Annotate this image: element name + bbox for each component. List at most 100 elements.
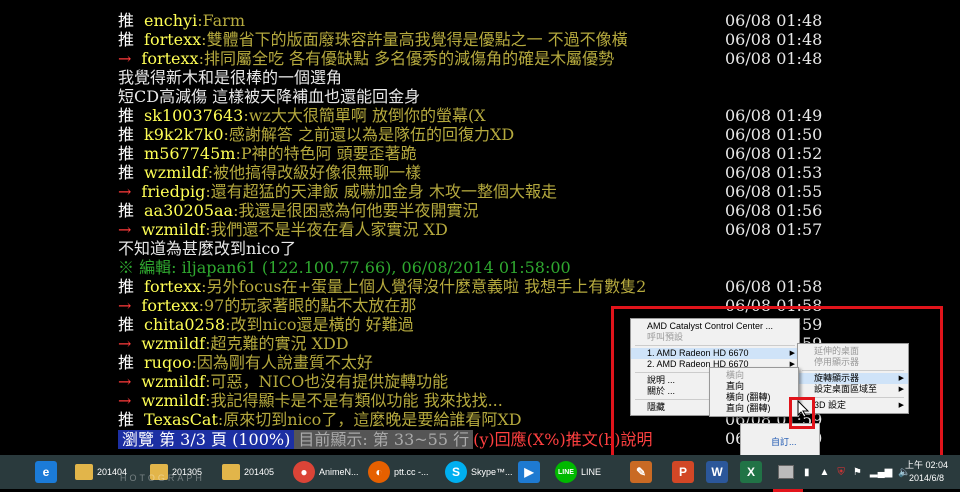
- comment-text: :97的玩家著眼的點不太放在那: [198, 296, 417, 315]
- comment-text: :雙體省下的版面廢珠容許量高我覺得是優點之一 不過不像橫: [201, 30, 628, 49]
- taskbar-word[interactable]: W: [706, 458, 728, 486]
- comment-text: :另外focus在+蛋量上個人覺得沒什麼意義啦 我想手上有數隻2: [201, 277, 647, 296]
- comment-tag: 推: [118, 201, 135, 220]
- comment-user: TexasCat: [144, 410, 218, 429]
- comment-user: fortexx: [141, 49, 199, 68]
- comment-user: fortexx: [144, 277, 202, 296]
- status-position: 目前顯示: 第 33~55 行: [294, 430, 474, 449]
- comment-row: 推 fortexx:雙體省下的版面廢珠容許量高我覺得是優點之一 不過不像橫: [118, 30, 838, 49]
- comment-tag: 推: [118, 163, 135, 182]
- shield-icon[interactable]: ⛨: [837, 467, 845, 478]
- taskbar-label: LINE: [581, 467, 602, 477]
- comment-tag: 推: [118, 144, 135, 163]
- line-icon: LINE: [555, 461, 577, 483]
- comment-tag: 推: [118, 30, 135, 49]
- comment-text: :排同屬全吃 各有優缺點 多名優秀的減傷角的確是木屬優勢: [198, 49, 615, 68]
- comment-user: wzmildf: [141, 391, 206, 410]
- edit-notice: ※ 編輯: iljapan61 (122.100.77.66), 06/08/2…: [118, 258, 571, 277]
- comment-user: k9k2k7k0: [144, 125, 224, 144]
- ie-icon: e: [35, 461, 57, 483]
- up-arrow-icon[interactable]: ▲: [820, 467, 830, 478]
- skype-icon: S: [445, 461, 467, 483]
- comment-row: 推 m567745m:P神的特色阿 頭要歪著跪: [118, 144, 838, 163]
- article-text-line: 不知道為甚麼改到nico了: [118, 239, 838, 258]
- comment-row: 推 k9k2k7k0:感謝解答 之前還以為是隊伍的回復力XD: [118, 125, 838, 144]
- comment-text: :wz大大很簡單啊 放倒你的螢幕(X: [243, 106, 486, 125]
- taskbar-excel[interactable]: X: [740, 458, 762, 486]
- network-icon[interactable]: ▂▄▆: [870, 467, 892, 478]
- comment-user: fortexx: [141, 296, 199, 315]
- taskbar-label: 201405: [244, 467, 275, 477]
- comment-row: 推 aa30205aa:我還是很困惑為何他要半夜開實況: [118, 201, 838, 220]
- comment-text: :我記得顯卡是不是有類似功能 我來找找...: [205, 391, 503, 410]
- clock-time: 上午 02:04: [905, 460, 949, 470]
- comment-tag: →: [118, 182, 132, 201]
- comment-tag: 推: [118, 353, 135, 372]
- comment-text: :改到nico還是橫的 好難過: [225, 315, 414, 334]
- comment-tag: →: [118, 296, 132, 315]
- comment-user: wzmildf: [141, 220, 206, 239]
- taskbar-folder-201405[interactable]: 201405: [222, 458, 274, 486]
- clock[interactable]: 上午 02:04 2014/6/8: [905, 459, 948, 485]
- comment-tag: 推: [118, 410, 135, 429]
- comment-row: → wzmildf:我們還不是半夜在看人家實況 XD: [118, 220, 838, 239]
- comment-user: friedpig: [141, 182, 206, 201]
- comment-tag: 推: [118, 106, 135, 125]
- comment-tag: 推: [118, 11, 135, 30]
- status-bar: 瀏覽 第 3/3 頁 (100%) 目前顯示: 第 33~55 行 (y)回應(X%…: [118, 430, 653, 449]
- taskbar: e 201404 201305 201405 ● AnimeN... ◐ ptt.c…: [0, 455, 960, 489]
- comment-user: wzmildf: [141, 372, 206, 391]
- comment-text: :被他搞得改級好像很無聊一樣: [207, 163, 422, 182]
- comment-row: 推 enchyi:Farm: [118, 11, 838, 30]
- taskbar-line[interactable]: LINE LINE: [555, 458, 601, 486]
- ie-button[interactable]: e: [35, 458, 57, 486]
- comment-text: :感謝解答 之前還以為是隊伍的回復力XD: [223, 125, 515, 144]
- system-tray: ▮ ▲ ⛨ ⚑ ▂▄▆ 🔈: [778, 455, 911, 489]
- comment-user: m567745m: [144, 144, 236, 163]
- article-text-line: 短CD高減傷 這樣被天降補血也還能回金身: [118, 87, 838, 106]
- comment-text: :Farm: [197, 11, 245, 30]
- comment-text: :P神的特色阿 頭要歪著跪: [235, 144, 417, 163]
- comment-row: 推 fortexx:另外focus在+蛋量上個人覺得沒什麼意義啦 我想手上有數隻2: [118, 277, 838, 296]
- comment-row: 推 sk10037643:wz大大很簡單啊 放倒你的螢幕(X: [118, 106, 838, 125]
- battery-icon[interactable]: ▮: [804, 467, 810, 478]
- comment-user: fortexx: [144, 30, 202, 49]
- comment-user: ruqoo: [144, 353, 192, 372]
- comment-tag: →: [118, 220, 132, 239]
- status-browse: 瀏覽 第 3/3 頁 (100%): [118, 430, 295, 449]
- comment-tag: 推: [118, 125, 135, 144]
- folder-icon: [75, 464, 93, 480]
- comment-user: sk10037643: [144, 106, 244, 125]
- amd-tray-icon[interactable]: [778, 465, 794, 479]
- flag-icon[interactable]: ⚑: [853, 467, 862, 478]
- taskbar-label: ptt.cc -...: [394, 467, 429, 477]
- comment-user: chita0258: [144, 315, 226, 334]
- taskbar-skype[interactable]: S Skype™...: [445, 458, 513, 486]
- comment-user: wzmildf: [141, 334, 206, 353]
- taskbar-pinned-1[interactable]: ✎: [630, 458, 652, 486]
- play-icon: ▶: [518, 461, 540, 483]
- comment-text: :可惡，NICO也沒有提供旋轉功能: [205, 372, 449, 391]
- article-text-line: 我覺得新木和是很棒的一個選角: [118, 68, 838, 87]
- taskbar-powerpoint[interactable]: P: [672, 458, 694, 486]
- powerpoint-icon: P: [672, 461, 694, 483]
- taskbar-label: AnimeN...: [319, 467, 359, 477]
- comment-text: :原來切到nico了，這麼晚是要給誰看阿XD: [217, 410, 522, 429]
- taskbar-media[interactable]: ▶: [518, 458, 540, 486]
- taskbar-firefox[interactable]: ◐ ptt.cc -...: [368, 458, 429, 486]
- word-icon: W: [706, 461, 728, 483]
- comment-tag: 推: [118, 315, 135, 334]
- comment-text: :我們還不是半夜在看人家實況 XD: [205, 220, 448, 239]
- comment-tag: →: [118, 372, 132, 391]
- chrome-icon: ●: [293, 461, 315, 483]
- taskbar-chrome[interactable]: ● AnimeN...: [293, 458, 359, 486]
- comment-tag: →: [118, 334, 132, 353]
- comment-row: 推 wzmildf:被他搞得改級好像很無聊一樣: [118, 163, 838, 182]
- comment-row: → friedpig:還有超猛的天津飯 威嚇加金身 木攻一整個大報走: [118, 182, 838, 201]
- article-text: 我覺得新木和是很棒的一個選角: [118, 68, 343, 87]
- comment-text: :因為剛有人說畫質不太好: [191, 353, 373, 372]
- comment-text: :還有超猛的天津飯 威嚇加金身 木攻一整個大報走: [205, 182, 557, 201]
- taskbar-label: Skype™...: [471, 467, 513, 477]
- comment-row: → fortexx:排同屬全吃 各有優缺點 多名優秀的減傷角的確是木屬優勢: [118, 49, 838, 68]
- folder-icon: [222, 464, 240, 480]
